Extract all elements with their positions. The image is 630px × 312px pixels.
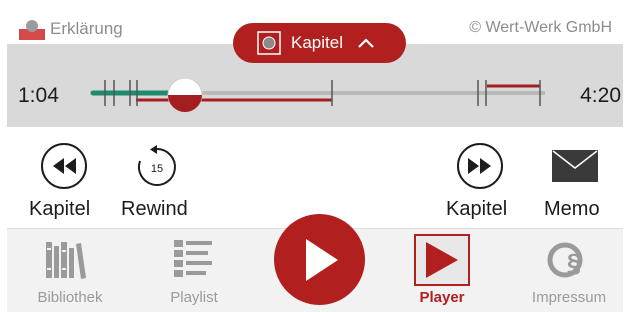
total-time: 4:20: [580, 84, 621, 107]
tab-player-label: Player: [419, 289, 465, 306]
rewind-seconds: 15: [151, 163, 163, 175]
chapter-menu-button[interactable]: Kapitel: [233, 23, 406, 63]
tab-playlist[interactable]: [172, 238, 216, 287]
svg-text:§: §: [567, 248, 581, 278]
playhead[interactable]: [167, 77, 203, 113]
play-box-icon: [414, 234, 470, 286]
play-icon: [305, 238, 338, 281]
tab-impressum[interactable]: §: [547, 240, 591, 289]
rewind-double-arrow-icon: [53, 158, 76, 174]
tab-playlist-label: Playlist: [170, 289, 218, 306]
memo-label: Memo: [544, 198, 600, 220]
envelope-icon: [552, 150, 598, 182]
tab-player[interactable]: [414, 234, 470, 291]
chevron-up-icon: [358, 38, 374, 48]
previous-chapter-button[interactable]: [41, 143, 87, 189]
chapter-menu-label: Kapitel: [291, 33, 343, 52]
chapter-thumbnail-icon: [257, 31, 281, 55]
next-chapter-button[interactable]: [457, 143, 503, 189]
copyright-section-icon: §: [547, 242, 583, 278]
list-icon: [174, 240, 212, 277]
next-chapter-label: Kapitel: [446, 198, 508, 220]
tab-impressum-label: Impressum: [531, 289, 607, 306]
tab-bibliothek-label: Bibliothek: [37, 289, 103, 306]
fast-forward-icon: [468, 158, 491, 174]
rewind-15-icon: 15: [137, 145, 176, 186]
rewind-label: Rewind: [121, 198, 188, 220]
play-button[interactable]: [274, 214, 365, 305]
current-time: 1:04: [18, 84, 59, 107]
rewind-15-button[interactable]: 15: [134, 144, 180, 190]
books-icon: [46, 242, 86, 279]
previous-chapter-label: Kapitel: [29, 198, 91, 220]
tab-bibliothek[interactable]: [44, 238, 88, 287]
memo-button[interactable]: [552, 150, 598, 187]
